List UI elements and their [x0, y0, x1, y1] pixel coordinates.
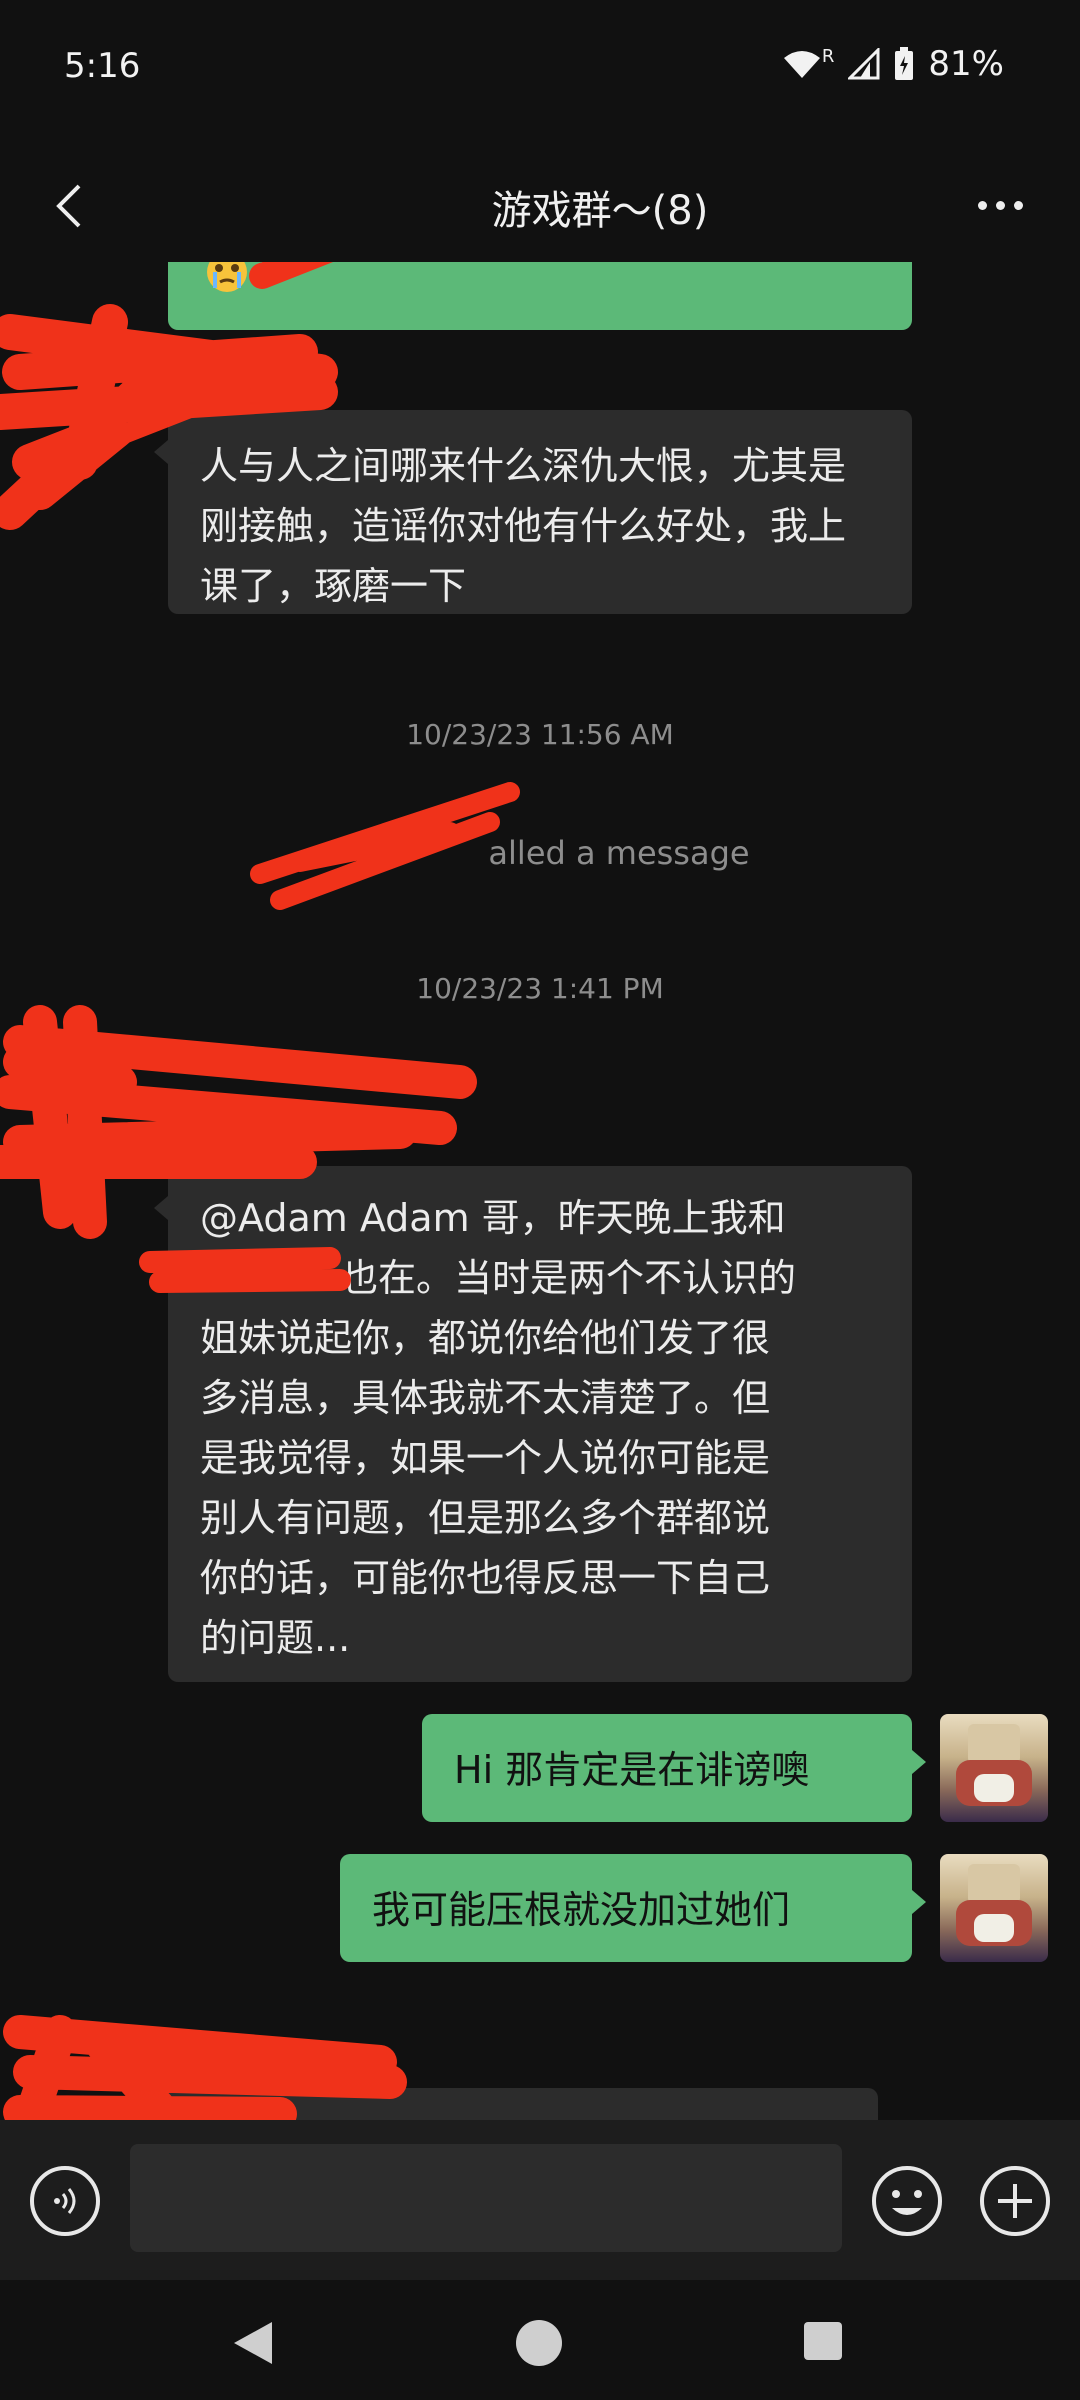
user-avatar[interactable] [940, 1714, 1048, 1822]
voice-button[interactable] [30, 2166, 100, 2236]
plus-icon [980, 2166, 1050, 2236]
emoji-button[interactable] [870, 2164, 944, 2238]
status-time: 5:16 [64, 46, 141, 86]
recalled-message-notice: alled a message [488, 834, 750, 872]
nav-home-icon[interactable] [516, 2320, 562, 2366]
crying-face-emoji-icon [207, 262, 247, 292]
wifi-icon [783, 51, 820, 78]
message-input[interactable] [130, 2144, 842, 2252]
voice-icon [54, 2188, 76, 2214]
emoji-icon [872, 2166, 942, 2236]
more-dot-icon [977, 200, 987, 210]
message-bubble-partial[interactable] [168, 262, 912, 330]
incoming-message[interactable]: @Adam Adam 哥，昨天晚上我和 也在。当时是两个不认识的 姐妹说起你，都… [154, 1166, 912, 1682]
nav-recents-icon[interactable] [804, 2322, 842, 2360]
message-list[interactable]: 人与人之间哪来什么深仇大恨，尤其是刚接触，造谣你对他有什么好处，我上课了，琢磨一… [0, 262, 1080, 2120]
message-line: 也在。当时是两个不认识的 [340, 1256, 797, 1300]
outgoing-message[interactable]: 我可能压根就没加过她们 [340, 1854, 926, 1962]
more-button[interactable] [960, 170, 1040, 240]
message-line: @Adam Adam 哥，昨天晚上我和 [200, 1196, 786, 1240]
message-line: 你的话，可能你也得反思一下自己 [200, 1556, 771, 1600]
network-type-label: R [821, 45, 835, 67]
more-dot-icon [1013, 200, 1023, 210]
signal-icon [848, 48, 880, 80]
message-line: 是我觉得，如果一个人说你可能是 [200, 1436, 771, 1480]
outgoing-message[interactable]: Hi 那肯定是在诽谤噢 [422, 1714, 926, 1822]
message-line: 姐妹说起你，都说你给他们发了很 [200, 1316, 771, 1360]
status-icons: R 81% [782, 44, 1004, 84]
more-dot-icon [995, 200, 1005, 210]
timestamp: 10/23/23 11:56 AM [406, 718, 674, 751]
status-bar: 5:16 R 81% [0, 0, 1080, 130]
message-line: 多消息，具体我就不太清楚了。但 [200, 1376, 771, 1420]
chat-title: 游戏群～(8) [491, 188, 709, 234]
message-text: 我可能压根就没加过她们 [372, 1888, 791, 1932]
battery-icon [895, 47, 914, 80]
incoming-message[interactable]: 人与人之间哪来什么深仇大恨，尤其是刚接触，造谣你对他有什么好处，我上课了，琢磨一… [154, 410, 912, 614]
nav-back-icon[interactable] [232, 2320, 274, 2366]
message-line: 的问题... [200, 1616, 351, 1660]
plus-button[interactable] [978, 2164, 1052, 2238]
message-text: 人与人之间哪来什么深仇大恨，尤其是刚接触，造谣你对他有什么好处，我上课了，琢磨一… [200, 444, 847, 608]
battery-percent: 81% [928, 44, 1004, 84]
system-nav-bar [0, 2280, 1080, 2400]
input-bar [0, 2120, 1080, 2280]
incoming-message-partial[interactable] [168, 2088, 878, 2120]
message-line: 别人有问题，但是那么多个群都说 [200, 1496, 771, 1540]
user-avatar[interactable] [940, 1854, 1048, 1962]
message-text: Hi 那肯定是在诽谤噢 [454, 1748, 810, 1792]
chat-header: 游戏群～(8) [0, 140, 1080, 270]
timestamp: 10/23/23 1:41 PM [416, 972, 664, 1005]
